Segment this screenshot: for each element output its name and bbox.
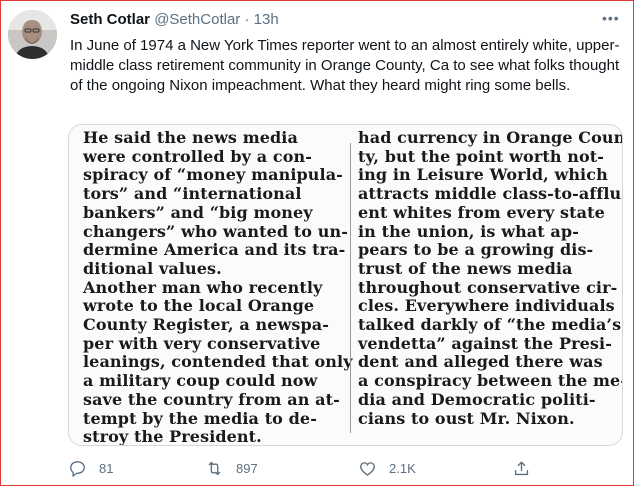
clipping-line: attracts middle class-to-afflu- — [358, 184, 623, 204]
clipping-line: spiracy of “money manipula- — [83, 165, 343, 185]
tweet-text: In June of 1974 a New York Times reporte… — [70, 37, 620, 94]
avatar-photo — [8, 10, 57, 59]
reply-icon — [70, 460, 85, 477]
retweet-button[interactable]: 897 — [205, 456, 258, 480]
retweet-icon — [208, 461, 221, 475]
clipping-line: County Register, a newspa- — [83, 315, 329, 335]
clipping-line: tors” and “international — [83, 184, 302, 204]
clipping-line: a conspiracy between the me- — [358, 371, 623, 391]
clipping-line: Another man who recently — [83, 277, 323, 297]
like-icon — [360, 461, 375, 476]
retweet-count: 897 — [236, 460, 258, 476]
tweet-image[interactable]: He said the news media were controlled by… — [68, 124, 623, 446]
clipping-line: ty, but the point worth not- — [358, 146, 604, 166]
clipping-line: had currency in Orange Coun- — [358, 128, 623, 147]
clipping-line: leanings, contended that only — [83, 352, 353, 372]
newspaper-clipping: He said the news media were controlled by… — [69, 125, 622, 445]
clipping-line: dermine America and its tra- — [83, 240, 346, 260]
clipping-line: throughout conservative cir- — [358, 277, 618, 297]
clipping-line: dia and Democratic politi- — [358, 389, 596, 409]
clipping-right-column: had currency in Orange Coun-ty, but the … — [358, 128, 623, 428]
clipping-line: save the country from an at- — [83, 389, 340, 409]
reply-count: 81 — [99, 460, 114, 476]
clipping-line: a military coup could now — [83, 371, 318, 391]
clipping-line: cles. Everywhere individuals — [358, 296, 615, 316]
clipping-line: wrote to the local Orange — [83, 296, 315, 316]
clipping-line: in the union, is what ap- — [358, 221, 579, 241]
clipping-line: bankers” and “big money — [83, 202, 313, 222]
clipping-line: per with very conservative — [83, 333, 321, 353]
clipping-line: dent and alleged there was — [358, 352, 603, 372]
author-handle[interactable]: @SethCotlar — [154, 11, 240, 28]
clipping-line: cians to oust Mr. Nixon. — [358, 408, 575, 428]
clipping-line: stroy the President. — [83, 427, 262, 446]
like-count: 2.1K — [389, 460, 416, 476]
clipping-line: ing in Leisure World, which — [358, 165, 608, 185]
author-name[interactable]: Seth Cotlar — [70, 11, 150, 28]
action-bar: 81 897 2.1K — [68, 456, 621, 480]
clipping-line: talked darkly of “the media’s — [358, 315, 622, 335]
separator-dot: · — [244, 11, 250, 28]
clipping-line: pears to be a growing dis- — [358, 240, 594, 260]
avatar[interactable] — [8, 10, 57, 59]
timestamp[interactable]: 13h — [254, 11, 279, 28]
tweet-header: Seth Cotlar @SethCotlar · 13h — [70, 11, 622, 31]
clipping-line: tempt by the media to de- — [83, 408, 317, 428]
share-button[interactable] — [512, 456, 531, 480]
share-icon — [514, 460, 529, 475]
column-divider — [350, 143, 351, 433]
reply-button[interactable]: 81 — [68, 456, 113, 480]
clipping-line: were controlled by a con- — [83, 146, 312, 166]
clipping-line: He said the news media — [83, 128, 298, 147]
clipping-line: trust of the news media — [358, 258, 573, 278]
clipping-line: ent whites from every state — [358, 202, 605, 222]
clipping-left-column: He said the news media were controlled by… — [83, 128, 353, 446]
clipping-line: vendetta” against the Presi- — [358, 333, 612, 353]
like-button[interactable]: 2.1K — [358, 456, 416, 480]
clipping-line: ditional values. — [83, 258, 222, 278]
clipping-line: changers” who wanted to un- — [83, 221, 348, 241]
more-options-icon[interactable]: ••• — [602, 10, 622, 26]
